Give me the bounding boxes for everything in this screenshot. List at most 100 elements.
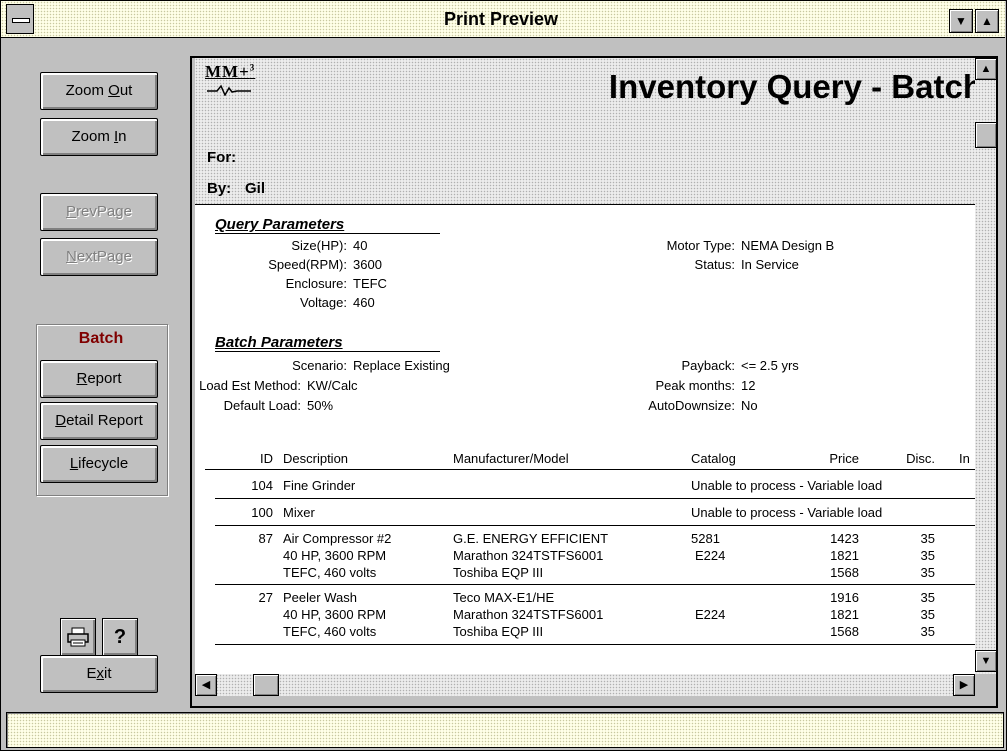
prev-page-button[interactable]: PrevPage [40, 193, 158, 231]
row-line-desc: TEFC, 460 volts [283, 565, 377, 580]
row-divider [215, 584, 975, 585]
row-divider [215, 525, 975, 526]
scroll-left-arrow[interactable]: ◀ [195, 674, 217, 696]
param-label: Load Est Method: [199, 378, 301, 393]
param-label: Speed(RPM): [268, 257, 347, 272]
column-header-id: ID [260, 451, 273, 466]
row-line-mfr: Teco MAX-E1/HE [453, 590, 555, 605]
row-line-price: 1821 [830, 607, 859, 622]
by-label: By: [207, 180, 232, 197]
vertical-scrollbar[interactable]: ▲ ▼ [975, 58, 997, 674]
param-value: No [741, 398, 758, 413]
row-line-disc: 35 [920, 590, 935, 605]
column-header-in: In [959, 451, 970, 466]
window-title: Print Preview [443, 9, 559, 29]
row-line-mfr: Toshiba EQP III [453, 624, 544, 639]
scroll-right-arrow[interactable]: ▶ [953, 674, 975, 696]
maximize-button[interactable]: ▲ [975, 9, 999, 33]
row-line-disc: 35 [920, 624, 935, 639]
param-label: Status: [694, 257, 735, 272]
title-bar[interactable]: Print Preview ▼ ▲ [1, 1, 1005, 38]
zoom-in-button[interactable]: Zoom In [40, 118, 158, 156]
help-icon: ? [113, 626, 127, 648]
param-value: <= 2.5 yrs [741, 358, 799, 373]
param-value: 460 [353, 295, 375, 310]
report-header: MM+3 Inventory Query - Batch For: By: Gi… [195, 58, 975, 205]
row-id: 104 [251, 478, 273, 493]
scroll-down-arrow[interactable]: ▼ [975, 650, 997, 672]
minimize-button[interactable]: ▼ [949, 9, 973, 33]
report-page[interactable]: MM+3 Inventory Query - Batch For: By: Gi… [195, 58, 975, 674]
column-header-description: Description [283, 451, 349, 466]
row-line-desc: TEFC, 460 volts [283, 624, 377, 639]
report-button[interactable]: Report [40, 360, 158, 398]
param-value: 3600 [353, 257, 382, 272]
param-value: KW/Calc [307, 378, 358, 393]
row-line-price: 1568 [830, 565, 859, 580]
column-header-catalog: Catalog [691, 451, 736, 466]
row-line-mfr: Marathon 324TSTFS6001 [453, 607, 604, 622]
table-rule [205, 469, 975, 470]
row-description: Fine Grinder [283, 478, 356, 493]
scroll-up-arrow[interactable]: ▲ [975, 58, 997, 80]
column-header-disc: Disc. [906, 451, 935, 466]
for-label: For: [207, 149, 237, 166]
batch-label: Batch [78, 330, 124, 347]
row-line-catalog: 5281 [691, 531, 720, 546]
param-value: Replace Existing [353, 358, 450, 373]
batch-parameters-heading: Batch Parameters [215, 334, 343, 351]
zoom-out-button[interactable]: Zoom Out [40, 72, 158, 110]
row-line-disc: 35 [920, 607, 935, 622]
row-divider [215, 498, 975, 499]
row-line-disc: 35 [920, 531, 935, 546]
row-note: Unable to process - Variable load [691, 505, 883, 520]
row-note: Unable to process - Variable load [691, 478, 883, 493]
param-label: Size(HP): [291, 238, 347, 253]
param-label: Peak months: [655, 378, 736, 393]
row-line-desc: Air Compressor #2 [283, 531, 392, 546]
row-line-mfr: Marathon 324TSTFS6001 [453, 548, 604, 563]
exit-button[interactable]: Exit [40, 655, 158, 693]
row-line-price: 1821 [830, 548, 859, 563]
status-bar [6, 712, 1004, 748]
param-label: Payback: [681, 358, 735, 373]
row-line-price: 1916 [830, 590, 859, 605]
param-value: 12 [741, 378, 756, 393]
param-label: AutoDownsize: [648, 398, 735, 413]
report-logo: MM+3 [205, 62, 255, 96]
row-id: 100 [251, 505, 273, 520]
section-underline [215, 351, 440, 352]
row-id: 27 [258, 590, 273, 605]
row-line-desc: 40 HP, 3600 RPM [283, 548, 387, 563]
lifecycle-button[interactable]: Lifecycle [40, 445, 158, 483]
param-label: Motor Type: [666, 238, 735, 253]
detail-report-button[interactable]: Detail Report [40, 402, 158, 440]
row-line-catalog: E224 [695, 548, 726, 563]
param-value: NEMA Design B [741, 238, 835, 253]
row-line-desc: 40 HP, 3600 RPM [283, 607, 387, 622]
vertical-scroll-thumb[interactable] [975, 122, 997, 148]
row-divider [215, 644, 975, 645]
report-title: Inventory Query - Batch [608, 68, 975, 105]
next-page-button[interactable]: NextPage [40, 238, 158, 276]
horizontal-scrollbar[interactable]: ◀ ▶ [195, 674, 975, 696]
row-id: 87 [258, 531, 273, 546]
column-header-manufacturer: Manufacturer/Model [453, 451, 569, 466]
row-line-price: 1568 [830, 624, 859, 639]
row-line-mfr: Toshiba EQP III [453, 565, 544, 580]
param-value: In Service [741, 257, 799, 272]
row-line-mfr: G.E. ENERGY EFFICIENT [453, 531, 609, 546]
horizontal-scroll-thumb[interactable] [253, 674, 279, 696]
row-line-catalog: E224 [695, 607, 726, 622]
print-button[interactable] [60, 618, 96, 656]
printer-icon [67, 627, 89, 647]
row-line-price: 1423 [830, 531, 859, 546]
system-menu-button[interactable] [6, 4, 34, 34]
param-value: TEFC [353, 276, 387, 291]
param-value: 50% [307, 398, 334, 413]
help-button[interactable]: ? [102, 618, 138, 656]
query-parameters-heading: Query Parameters [215, 216, 345, 233]
param-label: Voltage: [300, 295, 347, 310]
param-label: Scenario: [292, 358, 347, 373]
param-label: Enclosure: [285, 276, 347, 291]
